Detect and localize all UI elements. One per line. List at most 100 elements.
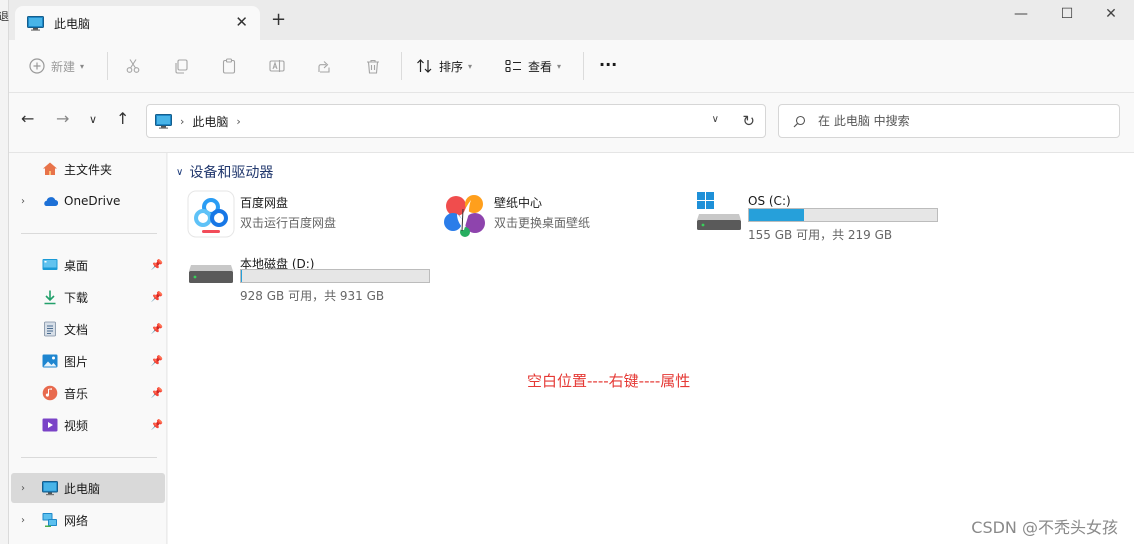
monitor-icon xyxy=(42,481,58,496)
pin-icon[interactable]: 📌 xyxy=(151,292,163,303)
item-description: 双击运行百度网盘 xyxy=(240,216,337,230)
view-list-icon xyxy=(505,59,521,73)
breadcrumb-chevron-icon[interactable]: › xyxy=(180,115,184,128)
sidebar-item-label: 文档 xyxy=(64,322,89,337)
desktop-icon xyxy=(42,259,58,270)
sidebar-item-network[interactable]: › 网络 xyxy=(9,505,165,535)
sidebar-item-label: 网络 xyxy=(64,513,89,528)
sidebar-divider xyxy=(21,457,157,458)
home-icon xyxy=(43,162,57,175)
breadcrumb-chevron-icon[interactable]: › xyxy=(236,115,240,128)
scissors-icon xyxy=(126,59,140,73)
sidebar-item-music[interactable]: 音乐 📌 xyxy=(9,378,165,408)
content-pane[interactable]: ∨ 设备和驱动器 百度网盘 双击运行百度网盘 壁纸中心 双击更换桌面壁纸 OS … xyxy=(168,153,1134,544)
video-icon xyxy=(42,418,58,432)
address-dropdown-icon[interactable]: ∨ xyxy=(712,114,719,125)
cut-button[interactable] xyxy=(125,56,141,76)
tab-close-icon[interactable]: ✕ xyxy=(235,15,248,30)
item-description: 双击更换桌面壁纸 xyxy=(494,216,591,230)
group-title: 设备和驱动器 xyxy=(189,165,274,181)
item-baidu-netdisk[interactable]: 百度网盘 双击运行百度网盘 xyxy=(187,190,427,242)
title-bar: 此电脑 ✕ + — ☐ ✕ xyxy=(9,0,1134,40)
delete-button[interactable] xyxy=(365,56,381,76)
toolbar-divider xyxy=(401,52,402,80)
search-input[interactable] xyxy=(818,114,1098,128)
drive-usage-text: 155 GB 可用，共 219 GB xyxy=(748,228,893,242)
background-window-text: 退 xyxy=(0,10,9,23)
maximize-icon[interactable]: ☐ xyxy=(1047,6,1087,26)
sidebar-item-videos[interactable]: 视频 📌 xyxy=(9,410,165,440)
pin-icon[interactable]: 📌 xyxy=(151,420,163,431)
item-name: 壁纸中心 xyxy=(494,196,543,210)
share-button[interactable] xyxy=(317,56,333,76)
pin-icon[interactable]: 📌 xyxy=(151,324,163,335)
view-label: 查看 xyxy=(528,59,553,74)
sidebar-item-label: OneDrive xyxy=(64,194,121,208)
trash-icon xyxy=(367,59,379,74)
background-window-strip: 退 xyxy=(0,0,9,544)
sidebar-item-pictures[interactable]: 图片 📌 xyxy=(9,346,165,376)
drive-usage-bar xyxy=(240,269,430,283)
sidebar-divider xyxy=(21,233,157,234)
copy-button[interactable] xyxy=(173,56,189,76)
refresh-icon[interactable]: ↻ xyxy=(742,112,755,130)
view-button[interactable]: 查看 ▾ xyxy=(505,56,561,76)
tab-this-pc[interactable]: 此电脑 ✕ xyxy=(15,6,260,40)
expand-chevron-icon[interactable]: › xyxy=(21,196,25,207)
forward-arrow-icon[interactable]: → xyxy=(56,111,69,127)
rename-icon xyxy=(269,60,285,72)
new-button[interactable]: 新建 ▾ xyxy=(29,56,84,76)
window-close-icon[interactable]: ✕ xyxy=(1091,6,1131,26)
sidebar-item-label: 图片 xyxy=(64,354,89,369)
item-drive-d[interactable]: 本地磁盘 (D:) 928 GB 可用，共 931 GB xyxy=(187,251,447,303)
watermark: CSDN @不秃头女孩 xyxy=(971,518,1118,537)
hard-drive-icon xyxy=(189,265,233,283)
expand-chevron-icon[interactable]: › xyxy=(21,483,25,494)
monitor-icon xyxy=(155,113,172,129)
rename-button[interactable] xyxy=(269,56,285,76)
collapse-chevron-icon[interactable]: ∨ xyxy=(176,167,183,178)
file-explorer-window: 此电脑 ✕ + — ☐ ✕ 新建 ▾ 排序 ▾ 查看 ▾ ··· ← → ∨ ↑… xyxy=(9,0,1134,544)
paste-button[interactable] xyxy=(221,56,237,76)
network-icon xyxy=(42,513,57,527)
toolbar-divider xyxy=(583,52,584,80)
expand-chevron-icon[interactable]: › xyxy=(21,515,25,526)
address-bar[interactable]: › 此电脑 › ∨ ↻ xyxy=(146,104,766,138)
sidebar-item-downloads[interactable]: 下载 📌 xyxy=(9,282,165,312)
sidebar-item-documents[interactable]: 文档 📌 xyxy=(9,314,165,344)
recent-locations-chevron-icon[interactable]: ∨ xyxy=(89,114,97,125)
pin-icon[interactable]: 📌 xyxy=(151,388,163,399)
new-tab-icon[interactable]: + xyxy=(271,11,286,29)
minimize-icon[interactable]: — xyxy=(1001,6,1041,26)
copy-icon xyxy=(175,59,188,74)
chevron-down-icon: ▾ xyxy=(80,61,85,71)
sidebar-item-this-pc[interactable]: › 此电脑 xyxy=(11,473,165,503)
item-drive-c[interactable]: OS (C:) 155 GB 可用，共 219 GB xyxy=(695,190,955,242)
pin-icon[interactable]: 📌 xyxy=(151,260,163,271)
group-header-devices[interactable]: ∨ 设备和驱动器 xyxy=(176,162,273,182)
windows-drive-icon xyxy=(697,192,741,230)
command-bar: 新建 ▾ 排序 ▾ 查看 ▾ ··· xyxy=(9,40,1134,93)
search-icon xyxy=(793,115,806,127)
sidebar-item-desktop[interactable]: 桌面 📌 xyxy=(9,250,165,280)
sidebar-item-home[interactable]: 主文件夹 xyxy=(9,154,165,184)
annotation-note: 空白位置----右键----属性 xyxy=(527,372,691,390)
back-arrow-icon[interactable]: ← xyxy=(21,111,34,127)
item-name: OS (C:) xyxy=(748,194,791,208)
music-icon xyxy=(42,385,58,401)
address-row: ← → ∨ ↑ › 此电脑 › ∨ ↻ xyxy=(9,93,1134,153)
item-wallpaper-center[interactable]: 壁纸中心 双击更换桌面壁纸 xyxy=(441,190,681,242)
up-arrow-icon[interactable]: ↑ xyxy=(116,111,129,127)
sidebar-item-label: 桌面 xyxy=(64,258,89,273)
cloud-icon xyxy=(44,197,58,207)
chevron-down-icon: ▾ xyxy=(468,61,473,71)
drive-usage-text: 928 GB 可用，共 931 GB xyxy=(240,289,385,303)
sidebar-item-onedrive[interactable]: › OneDrive xyxy=(9,186,165,216)
sort-button[interactable]: 排序 ▾ xyxy=(416,56,472,76)
new-label: 新建 xyxy=(51,59,76,74)
breadcrumb-this-pc[interactable]: 此电脑 xyxy=(192,113,228,130)
search-box[interactable] xyxy=(778,104,1120,138)
more-options-icon[interactable]: ··· xyxy=(599,54,617,74)
pin-icon[interactable]: 📌 xyxy=(151,356,163,367)
sidebar-item-label: 主文件夹 xyxy=(64,162,113,177)
